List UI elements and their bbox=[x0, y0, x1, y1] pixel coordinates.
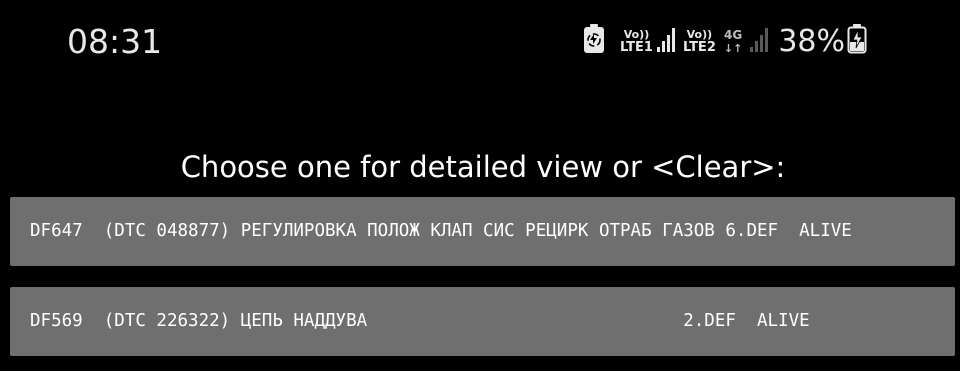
battery-saver-icon bbox=[583, 24, 605, 58]
battery-percent: 38% bbox=[778, 23, 845, 59]
list-item[interactable]: DF569 (DTC 226322) ЦЕПЬ НАДДУВА 2.DEF AL… bbox=[10, 287, 955, 356]
network-type-label: 4G ↓↑ bbox=[723, 27, 743, 55]
status-bar: 08:31 Vo)) LTE1 Vo)) LTE2 4G ↓↑ 38% bbox=[0, 0, 960, 84]
dialog-title: Choose one for detailed view or <Clear>: bbox=[180, 150, 786, 184]
charging-battery-icon bbox=[847, 24, 867, 58]
clock: 08:31 bbox=[67, 22, 163, 61]
signal-icon bbox=[750, 25, 770, 57]
list-item-text: DF647 (DTC 048877) РЕГУЛИРОВКА ПОЛОЖ КЛА… bbox=[30, 221, 852, 241]
sim2-label: Vo)) LTE2 bbox=[682, 27, 716, 55]
status-icons: Vo)) LTE1 Vo)) LTE2 4G ↓↑ 38% bbox=[583, 22, 867, 60]
signal-icon bbox=[656, 25, 677, 57]
list-item[interactable]: DF647 (DTC 048877) РЕГУЛИРОВКА ПОЛОЖ КЛА… bbox=[10, 197, 955, 266]
sim1-label: Vo)) LTE1 bbox=[620, 27, 653, 55]
list-item-text: DF569 (DTC 226322) ЦЕПЬ НАДДУВА 2.DEF AL… bbox=[30, 311, 810, 331]
